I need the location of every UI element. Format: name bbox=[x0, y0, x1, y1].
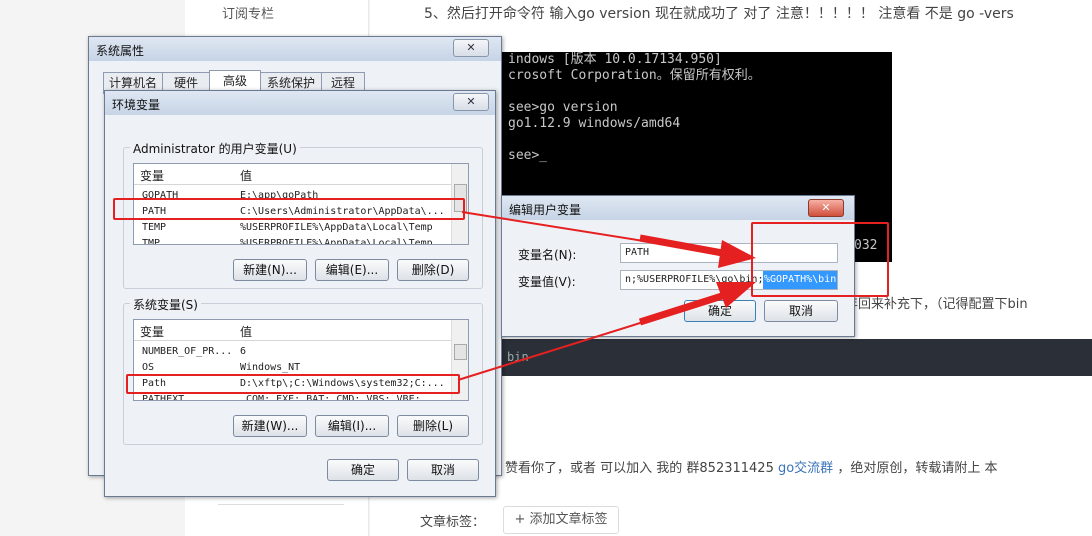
arrow-to-name-field bbox=[461, 211, 756, 268]
arrow-to-value-field bbox=[457, 282, 756, 381]
arrow-shaft bbox=[638, 292, 724, 326]
arrow-head bbox=[718, 240, 756, 268]
annotation-arrows bbox=[457, 211, 756, 381]
arrow-shaft bbox=[639, 234, 729, 258]
arrow-head bbox=[716, 282, 756, 308]
